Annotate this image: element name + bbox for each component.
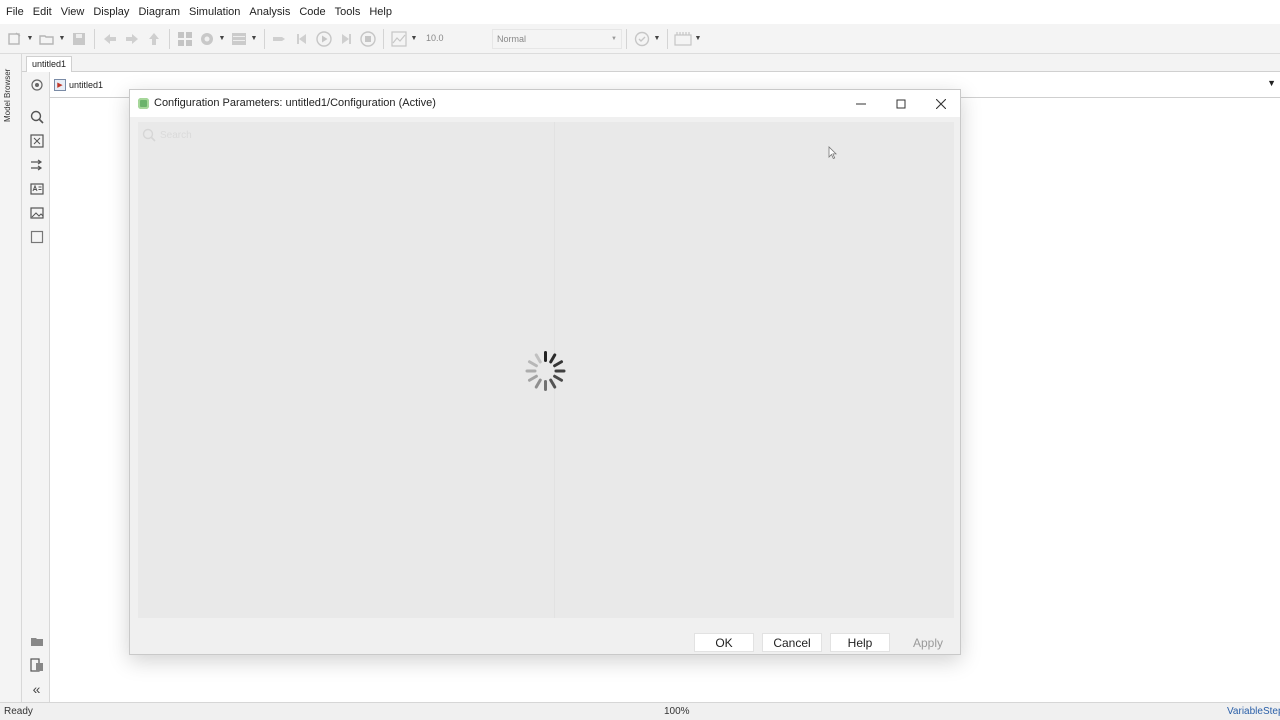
- cancel-button[interactable]: Cancel: [762, 633, 822, 652]
- stop-icon[interactable]: [357, 28, 379, 50]
- new-model-icon[interactable]: [4, 28, 26, 50]
- toolbar-divider: [667, 28, 668, 49]
- toolbar-divider: [264, 28, 265, 49]
- chevron-down-icon: ▼: [611, 35, 617, 42]
- hide-browser-icon[interactable]: [29, 77, 44, 92]
- zoom-icon[interactable]: [29, 109, 44, 124]
- library-browser-icon[interactable]: [174, 28, 196, 50]
- toolbar-divider: [94, 28, 95, 49]
- menu-tools[interactable]: Tools: [331, 6, 365, 18]
- back-icon[interactable]: [99, 28, 121, 50]
- tab-untitled1[interactable]: untitled1: [26, 56, 72, 72]
- menu-simulation[interactable]: Simulation: [185, 6, 244, 18]
- signal-table-dropdown-icon[interactable]: ▼: [694, 28, 702, 50]
- dialog-titlebar[interactable]: Configuration Parameters: untitled1/Conf…: [130, 90, 960, 117]
- menu-display[interactable]: Display: [89, 6, 133, 18]
- image-icon[interactable]: [29, 205, 44, 220]
- solver-link[interactable]: VariableStep: [1227, 706, 1280, 717]
- toolbar-divider: [626, 28, 627, 49]
- model-advisor-dropdown-icon[interactable]: ▼: [653, 28, 661, 50]
- signal-table-icon[interactable]: [672, 28, 694, 50]
- menu-bar: File Edit View Display Diagram Simulatio…: [0, 0, 1280, 24]
- model-advisor-icon[interactable]: [631, 28, 653, 50]
- open-dropdown-icon[interactable]: ▼: [58, 28, 66, 50]
- model-config-icon[interactable]: [196, 28, 218, 50]
- route-lines-icon[interactable]: [29, 157, 44, 172]
- zoom-level: 100%: [664, 706, 690, 717]
- new-model-dropdown-icon[interactable]: ▼: [26, 28, 34, 50]
- minimize-icon[interactable]: [841, 90, 881, 117]
- step-forward-icon[interactable]: [335, 28, 357, 50]
- model-icon: ▶: [54, 78, 66, 91]
- model-explorer-icon[interactable]: [228, 28, 250, 50]
- fit-to-view-icon[interactable]: [29, 133, 44, 148]
- search-icon: [142, 128, 156, 142]
- model-browser-label[interactable]: Model Browser: [3, 62, 12, 122]
- maximize-icon[interactable]: [881, 90, 921, 117]
- model-data-editor-icon[interactable]: [29, 633, 44, 648]
- mouse-cursor-icon: [828, 146, 837, 160]
- ok-button[interactable]: OK: [694, 633, 754, 652]
- configuration-parameters-dialog: Configuration Parameters: untitled1/Conf…: [129, 89, 961, 655]
- search-placeholder: Search: [160, 129, 192, 141]
- status-bar: Ready 100% VariableStep: [0, 702, 1280, 720]
- model-tab-strip: untitled1: [0, 54, 1280, 72]
- help-button[interactable]: Help: [830, 633, 890, 652]
- collapse-palette-icon[interactable]: «: [29, 681, 44, 697]
- close-icon[interactable]: [921, 90, 961, 117]
- build-icon[interactable]: [269, 28, 291, 50]
- property-inspector-icon[interactable]: [29, 657, 44, 672]
- step-back-icon[interactable]: [291, 28, 313, 50]
- dialog-footer: OK Cancel Help Apply: [130, 623, 960, 655]
- diagram-palette: «: [22, 72, 50, 702]
- menu-code[interactable]: Code: [295, 6, 329, 18]
- data-inspector-icon[interactable]: [388, 28, 410, 50]
- menu-analysis[interactable]: Analysis: [245, 6, 294, 18]
- run-icon[interactable]: [313, 28, 335, 50]
- loading-spinner-icon: [525, 350, 567, 392]
- menu-edit[interactable]: Edit: [29, 6, 56, 18]
- forward-icon[interactable]: [121, 28, 143, 50]
- model-browser-strip[interactable]: Model Browser: [0, 54, 22, 702]
- menu-file[interactable]: File: [2, 6, 28, 18]
- apply-button[interactable]: Apply: [898, 633, 958, 652]
- search-field[interactable]: Search: [142, 126, 342, 144]
- dialog-body: Search: [138, 122, 954, 618]
- menu-help[interactable]: Help: [365, 6, 396, 18]
- explorer-dropdown-icon[interactable]: ▼: [1267, 78, 1276, 88]
- dialog-title: Configuration Parameters: untitled1/Conf…: [154, 97, 436, 109]
- area-icon[interactable]: [29, 229, 44, 244]
- toolbar-divider: [169, 28, 170, 49]
- model-explorer-dropdown-icon[interactable]: ▼: [250, 28, 258, 50]
- main-toolbar: ▼ ▼ ▼ ▼ ▼ 10.0 Normal ▼ ▼ ▼: [0, 24, 1280, 54]
- model-config-dropdown-icon[interactable]: ▼: [218, 28, 226, 50]
- annotation-icon[interactable]: [29, 181, 44, 196]
- open-icon[interactable]: [36, 28, 58, 50]
- toolbar-divider: [383, 28, 384, 49]
- simulation-mode-select[interactable]: Normal ▼: [492, 28, 622, 49]
- menu-diagram[interactable]: Diagram: [134, 6, 184, 18]
- status-text: Ready: [4, 706, 33, 717]
- data-inspector-dropdown-icon[interactable]: ▼: [410, 28, 418, 50]
- stop-time-field[interactable]: 10.0: [424, 30, 488, 48]
- simulink-config-icon: [138, 98, 149, 109]
- save-icon[interactable]: [68, 28, 90, 50]
- up-icon[interactable]: [143, 28, 165, 50]
- menu-view[interactable]: View: [57, 6, 89, 18]
- simulation-mode-value: Normal: [497, 33, 527, 44]
- explorer-bar-model-name[interactable]: untitled1: [69, 80, 103, 90]
